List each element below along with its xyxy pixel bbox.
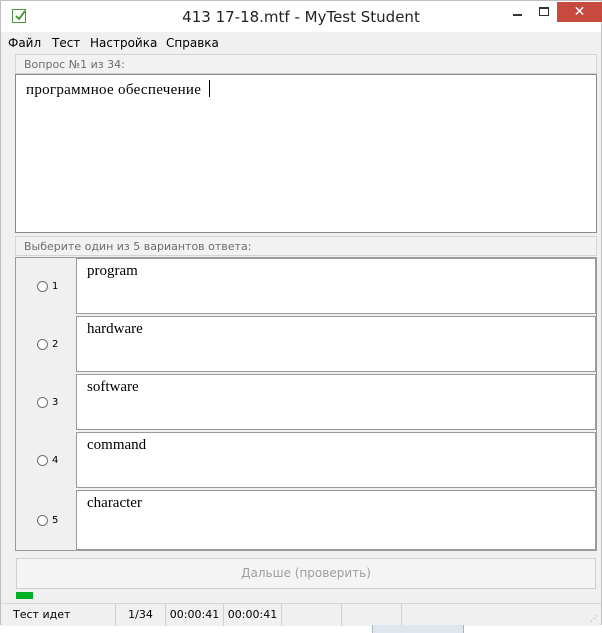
answer-option-5[interactable]: 5 character (16, 490, 596, 550)
answer-box[interactable]: program (76, 258, 596, 314)
answer-text: hardware (87, 321, 143, 337)
option-number: 1 (52, 281, 59, 292)
radio-cell[interactable]: 3 (16, 374, 76, 432)
radio-button[interactable] (37, 339, 48, 350)
question-area[interactable]: программное обеспечение (15, 74, 597, 233)
answer-box[interactable]: hardware (76, 316, 596, 372)
status-time-total: 00:00:41 (224, 604, 282, 626)
answer-option-4[interactable]: 4 command (16, 432, 596, 490)
radio-button[interactable] (37, 281, 48, 292)
app-window: 413 17-18.mtf - MyTest Student ✕ Файл Те… (0, 0, 602, 626)
radio-button[interactable] (37, 455, 48, 466)
radio-cell[interactable]: 1 (16, 258, 76, 316)
answer-text: program (87, 263, 138, 279)
answer-text: character (87, 495, 142, 511)
option-number: 2 (52, 339, 59, 350)
maximize-button[interactable] (531, 2, 557, 22)
answer-option-2[interactable]: 2 hardware (16, 316, 596, 374)
background-window-edge (372, 625, 464, 633)
answer-text: command (87, 437, 147, 453)
answer-option-3[interactable]: 3 software (16, 374, 596, 432)
option-number: 4 (52, 455, 59, 466)
radio-cell[interactable]: 2 (16, 316, 76, 374)
radio-cell[interactable]: 5 (16, 490, 76, 550)
option-number: 5 (52, 515, 59, 526)
progress-bar (16, 592, 596, 599)
question-header: Вопрос №1 из 34: (15, 54, 597, 74)
title-bar[interactable]: 413 17-18.mtf - MyTest Student ✕ (1, 1, 602, 32)
radio-button[interactable] (37, 515, 48, 526)
answer-text: software (87, 379, 139, 395)
answer-box[interactable]: software (76, 374, 596, 430)
next-check-button[interactable]: Дальше (проверить) (16, 558, 596, 589)
answer-box[interactable]: command (76, 432, 596, 488)
status-state: Тест идет (1, 604, 116, 626)
answer-option-1[interactable]: 1 program (16, 258, 596, 316)
option-number: 3 (52, 397, 59, 408)
radio-button[interactable] (37, 397, 48, 408)
status-time-elapsed: 00:00:41 (166, 604, 224, 626)
menu-bar: Файл Тест Настройка Справка (1, 32, 601, 54)
status-empty-cell (342, 604, 402, 626)
menu-test[interactable]: Тест (52, 36, 80, 50)
status-bar: Тест идет 1/34 00:00:41 00:00:41 ⋰ (1, 603, 601, 626)
status-question-position: 1/34 (116, 604, 166, 626)
answer-box[interactable]: character (76, 490, 596, 550)
progress-fill (16, 592, 33, 599)
question-text-line: программное обеспечение (26, 80, 211, 99)
answers-header: Выберите один из 5 вариантов ответа: (15, 236, 597, 256)
minimize-button[interactable] (505, 2, 531, 22)
text-caret (209, 80, 211, 97)
resize-grip-icon[interactable]: ⋰ (590, 615, 598, 623)
radio-cell[interactable]: 4 (16, 432, 76, 490)
question-text: программное обеспечение (26, 82, 202, 98)
menu-file[interactable]: Файл (8, 36, 41, 50)
answer-list: 1 program 2 hardware 3 software 4 comman… (15, 257, 597, 551)
close-button[interactable]: ✕ (557, 2, 602, 22)
status-empty-cell (282, 604, 342, 626)
menu-settings[interactable]: Настройка (90, 36, 157, 50)
menu-help[interactable]: Справка (166, 36, 219, 50)
